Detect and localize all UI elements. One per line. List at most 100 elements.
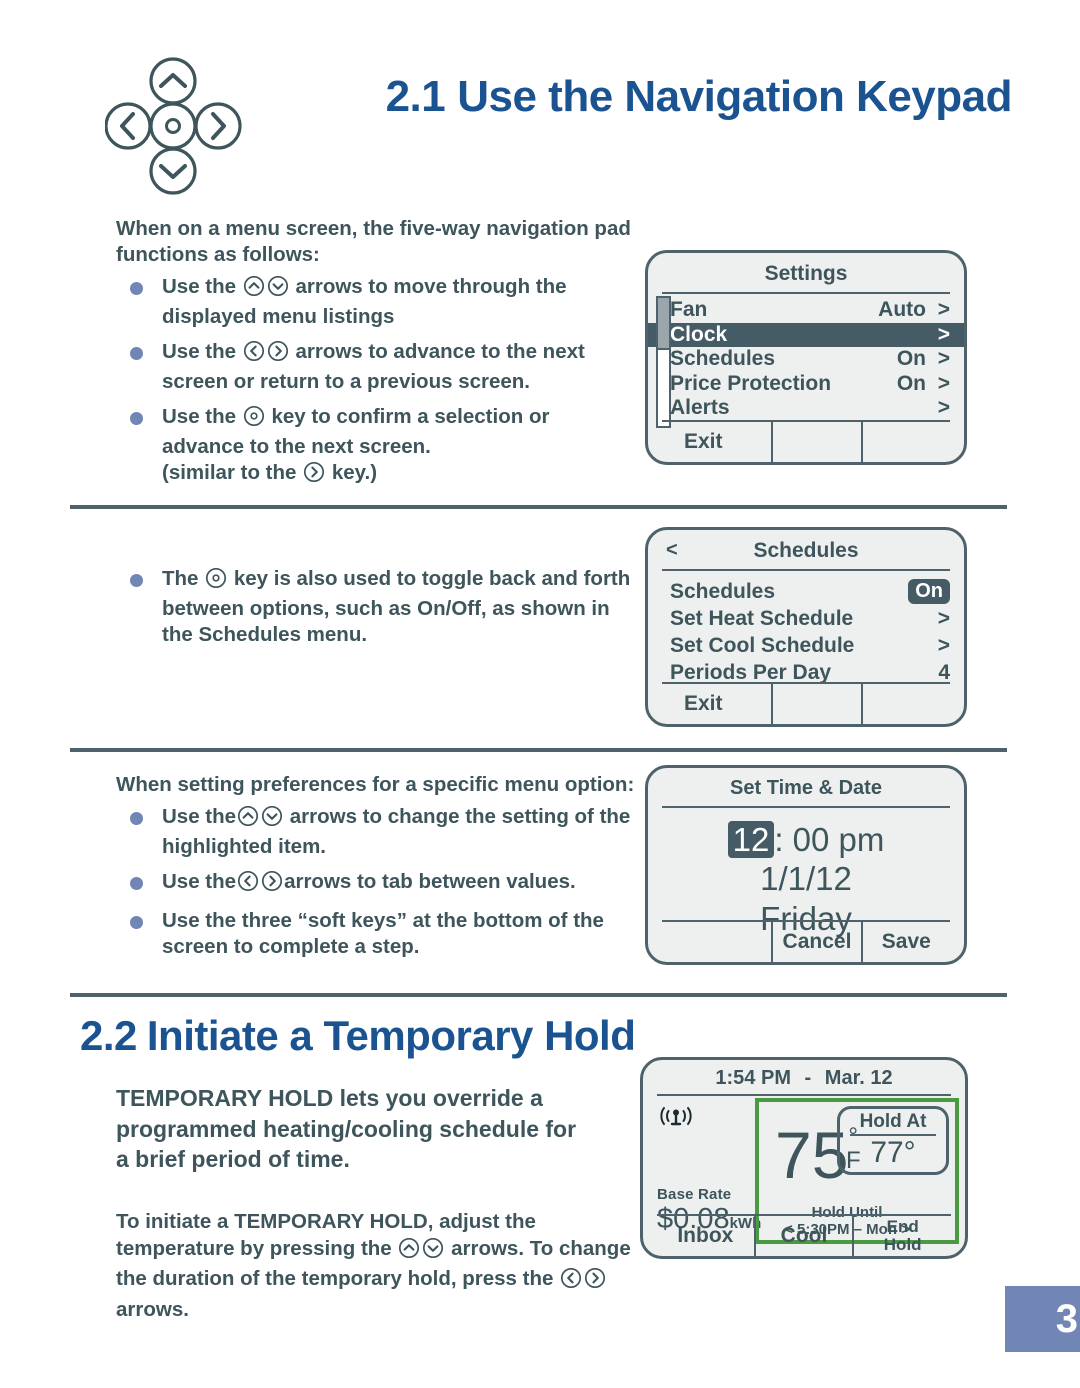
menu-value: On	[896, 347, 926, 371]
menu-row-alerts[interactable]: Alerts >	[648, 396, 964, 421]
hold-at-value: 77°	[870, 1136, 916, 1169]
list-item: The key is also used to toggle back and …	[116, 566, 636, 648]
thermostat-screen-set-time-date: Set Time & Date 12: 00 pm 1/1/12 Friday …	[645, 765, 967, 965]
bullet-text-post: arrows to tab between values.	[284, 870, 576, 894]
soft-key-right[interactable]	[860, 684, 950, 724]
status-separator: -	[804, 1067, 812, 1089]
menu-value: On	[896, 371, 926, 395]
hour-field-highlighted[interactable]: 12	[727, 821, 775, 858]
chevron-up-circle-icon	[243, 275, 265, 304]
temporary-hold-description: TEMPORARY HOLD lets you override a progr…	[116, 1085, 577, 1173]
menu-value: 4	[938, 660, 950, 684]
chevron-left-circle-icon	[237, 870, 259, 899]
chevron-right-circle-icon	[303, 461, 325, 490]
chevron-up-circle-icon	[149, 57, 197, 105]
bullet-list-1: Use the arrows to move through the displ…	[116, 274, 636, 490]
time-row[interactable]: 12: 00 pm	[648, 820, 964, 859]
back-arrow-icon[interactable]: <	[666, 539, 678, 562]
bullet-text-tail-post: key.)	[331, 461, 378, 485]
soft-key-exit[interactable]: Exit	[662, 422, 771, 462]
menu-label: Clock	[670, 322, 728, 346]
chevron-right-icon: >	[937, 371, 950, 395]
scrollbar-thumb[interactable]	[658, 298, 669, 350]
chevron-left-circle-icon	[243, 340, 265, 369]
instructions-lead-1: When on a menu screen, the five-way navi…	[116, 217, 631, 267]
instructions-block-toggle: The key is also used to toggle back and …	[116, 560, 636, 657]
chevron-right-icon: >	[937, 606, 950, 630]
hold-at-box[interactable]: Hold At 77°	[837, 1106, 949, 1175]
menu-label: Schedules	[670, 347, 776, 371]
chevron-down-circle-icon	[149, 147, 197, 195]
bullet-text-pre: The	[162, 567, 199, 590]
time-remainder: : 00 pm	[774, 821, 885, 858]
bullet-text-pre: Use the	[162, 805, 237, 829]
bullet-text-pre: Use the	[162, 870, 237, 894]
chevron-right-icon: >	[937, 396, 950, 420]
chevron-right-icon: >	[937, 347, 950, 371]
list-item: Use the arrows to move through the displ…	[116, 274, 636, 330]
menu-row-set-heat-schedule[interactable]: Set Heat Schedule >	[648, 605, 964, 632]
soft-key-save[interactable]: Save	[860, 922, 950, 962]
instructions-block-preferences: When setting preferences for a specific …	[116, 772, 646, 969]
menu-row-schedules-toggle[interactable]: Schedules On	[648, 578, 964, 605]
soft-key-middle[interactable]	[771, 422, 860, 462]
end-hold-line2: Hold	[883, 1235, 922, 1254]
scrollbar-track[interactable]	[656, 296, 671, 428]
menu-label: Set Heat Schedule	[670, 606, 854, 630]
bullet-text-post: key is also used to toggle back and fort…	[162, 567, 631, 647]
list-item: Use the key to confirm a selection or ad…	[116, 404, 636, 490]
instructions-lead-3: When setting preferences for a specific …	[116, 773, 635, 796]
chevron-right-icon: >	[937, 633, 950, 657]
instructions-block-menu-screen: When on a menu screen, the five-way navi…	[116, 216, 636, 499]
chevron-down-circle-icon	[422, 1237, 444, 1267]
chevron-down-circle-icon	[261, 805, 283, 834]
bullet-list-3: Use the arrows to change the setting of …	[116, 804, 646, 960]
soft-key-left[interactable]	[662, 922, 771, 962]
chevron-right-circle-icon	[261, 870, 283, 899]
settings-menu-list: Fan Auto > Clock > Schedules On > Price …	[648, 294, 964, 428]
thermostat-screen-schedules: < Schedules Schedules On Set Heat Schedu…	[645, 527, 967, 727]
soft-key-bar: Inbox Cool End Hold	[657, 1214, 951, 1256]
chevron-right-icon: >	[937, 298, 950, 322]
soft-key-middle[interactable]	[771, 684, 860, 724]
status-badge-on[interactable]: On	[908, 579, 950, 604]
navigation-keypad-illustration	[105, 55, 285, 200]
thermostat-screen-settings: Settings Fan Auto > Clock > Schedules On…	[645, 250, 967, 465]
chevron-right-icon: >	[937, 322, 950, 346]
menu-label: Schedules	[670, 579, 776, 603]
screen-title-settings: Settings	[764, 262, 848, 285]
clock-time: 1:54 PM	[715, 1067, 791, 1089]
menu-label: Fan	[670, 298, 708, 322]
list-item: Use the arrows to change the setting of …	[116, 804, 646, 860]
menu-row-schedules[interactable]: Schedules On >	[648, 347, 964, 372]
instructions-part-3: arrows.	[116, 1297, 189, 1321]
select-center-circle-icon	[205, 567, 227, 596]
soft-key-exit[interactable]: Exit	[662, 684, 771, 724]
menu-row-clock[interactable]: Clock >	[648, 322, 964, 347]
soft-key-inbox[interactable]: Inbox	[657, 1216, 754, 1256]
list-item: Use the arrows to advance to the next sc…	[116, 339, 636, 395]
menu-row-fan[interactable]: Fan Auto >	[648, 298, 964, 323]
menu-row-price-protection[interactable]: Price Protection On >	[648, 372, 964, 397]
chevron-down-circle-icon	[267, 275, 289, 304]
soft-key-right[interactable]	[860, 422, 950, 462]
menu-value: Auto	[878, 298, 926, 322]
chevron-right-circle-icon	[267, 340, 289, 369]
select-center-circle-icon	[243, 405, 265, 434]
soft-key-end-hold[interactable]: End Hold	[852, 1216, 951, 1256]
menu-label: Periods Per Day	[670, 660, 832, 684]
screen-title-set-time-date: Set Time & Date	[730, 777, 882, 799]
menu-label: Set Cool Schedule	[670, 633, 855, 657]
section-heading-text-2-2: Initiate a Temporary Hold	[146, 1012, 636, 1059]
chevron-right-circle-icon	[584, 1267, 606, 1297]
date-row[interactable]: 1/1/12	[648, 859, 964, 898]
bullet-text-tail-pre: (similar to the	[162, 461, 297, 485]
menu-label: Price Protection	[670, 371, 832, 395]
menu-row-set-cool-schedule[interactable]: Set Cool Schedule >	[648, 632, 964, 659]
time-date-values: 12: 00 pm 1/1/12 Friday	[648, 808, 964, 938]
bullet-text-pre: Use the three “soft keys” at the bottom …	[162, 909, 604, 959]
soft-key-cancel[interactable]: Cancel	[771, 922, 860, 962]
section-divider	[70, 505, 1007, 509]
soft-key-cool[interactable]: Cool	[753, 1216, 853, 1256]
menu-label: Alerts	[670, 396, 730, 420]
